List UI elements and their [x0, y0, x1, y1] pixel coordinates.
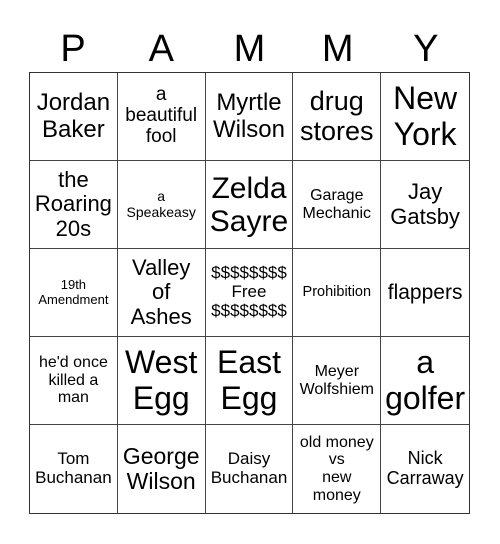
bingo-cell[interactable]: George Wilson [118, 425, 206, 513]
header-letter: M [321, 28, 354, 70]
bingo-cell[interactable]: 19th Amendment [30, 249, 118, 337]
bingo-cell-text: East Egg [216, 344, 281, 416]
bingo-cell-text: 19th Amendment [38, 277, 109, 307]
bingo-cell-text: flappers [387, 280, 463, 304]
bingo-grid: Jordan Baker a beautiful fool Myrtle Wilso… [29, 72, 470, 514]
bingo-cell[interactable]: New York [381, 73, 469, 161]
header-letter: Y [413, 28, 439, 70]
bingo-cell[interactable]: Myrtle Wilson [205, 73, 294, 161]
bingo-cell[interactable]: old money vs new money [293, 425, 382, 513]
bingo-cell-text: Garage Mechanic [302, 186, 372, 222]
bingo-cell-text: the Roaring 20s [34, 167, 112, 241]
bingo-cell-text: Nick Carraway [386, 448, 464, 488]
bingo-cell-text: Zelda Sayre [209, 171, 289, 238]
bingo-cell-text: a Speakeasy [126, 188, 196, 220]
header-letter: A [148, 28, 174, 70]
bingo-cell-text: Meyer Wolfshiem [299, 362, 374, 398]
bingo-cell-text: Myrtle Wilson [212, 89, 285, 143]
bingo-cell[interactable]: Jordan Baker [30, 73, 118, 161]
bingo-cell[interactable]: flappers [381, 249, 469, 337]
bingo-cell-free[interactable]: $$$$$$$$ Free $$$$$$$$ [205, 249, 294, 337]
bingo-header: P A M M Y [29, 26, 470, 72]
bingo-cell[interactable]: Garage Mechanic [293, 161, 382, 249]
bingo-cell-text: $$$$$$$$ Free $$$$$$$$ [211, 263, 287, 320]
bingo-cell[interactable]: a Speakeasy [117, 161, 206, 249]
bingo-cell-text: Jay Gatsby [390, 179, 460, 229]
bingo-cell[interactable]: Zelda Sayre [205, 161, 294, 249]
bingo-cell[interactable]: he'd once killed a man [30, 337, 118, 425]
bingo-cell[interactable]: West Egg [117, 337, 206, 425]
bingo-cell-text: George Wilson [122, 442, 200, 494]
bingo-cell-text: a golfer [385, 344, 466, 416]
bingo-cell[interactable]: drug stores [293, 73, 382, 161]
bingo-cell-text: he'd once killed a man [38, 354, 108, 407]
bingo-cell-text: Daisy Buchanan [210, 449, 288, 487]
bingo-cell[interactable]: Daisy Buchanan [206, 425, 294, 513]
bingo-cell-text: Valley of Ashes [130, 255, 192, 329]
bingo-cell-text: New York [393, 80, 458, 152]
bingo-cell-text: Tom Buchanan [35, 449, 112, 487]
bingo-cell[interactable]: Jay Gatsby [381, 161, 469, 249]
bingo-cell[interactable]: the Roaring 20s [30, 161, 118, 249]
bingo-cell[interactable]: East Egg [205, 337, 294, 425]
bingo-cell-text: Prohibition [302, 283, 372, 300]
bingo-cell-text: Jordan Baker [36, 89, 111, 143]
header-letter: M [233, 28, 266, 70]
bingo-cell-text: drug stores [300, 85, 374, 146]
bingo-cell[interactable]: Valley of Ashes [117, 249, 206, 337]
bingo-cell-text: a beautiful fool [125, 84, 198, 147]
bingo-cell-text: West Egg [125, 344, 198, 416]
bingo-cell-text: old money vs new money [299, 433, 374, 504]
bingo-cell[interactable]: Prohibition [293, 249, 382, 337]
bingo-cell[interactable]: Meyer Wolfshiem [293, 337, 382, 425]
bingo-cell[interactable]: a golfer [381, 337, 469, 425]
bingo-cell[interactable]: Nick Carraway [381, 425, 469, 513]
bingo-cell[interactable]: Tom Buchanan [30, 425, 118, 513]
header-letter: P [60, 28, 86, 70]
bingo-cell[interactable]: a beautiful fool [117, 73, 206, 161]
